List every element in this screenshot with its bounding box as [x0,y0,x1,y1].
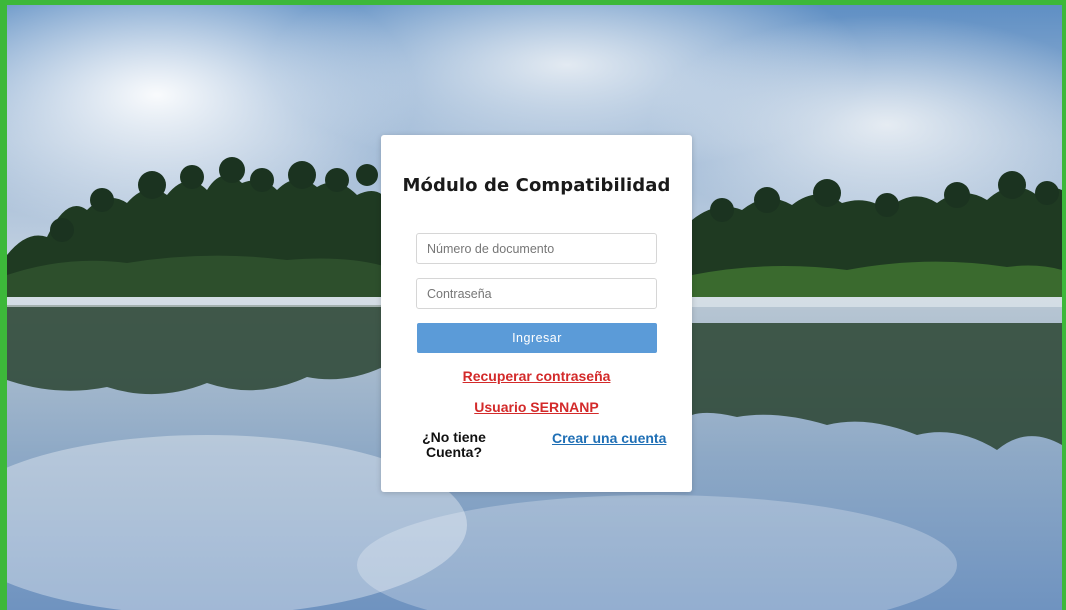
recover-password-link[interactable]: Recuperar contraseña [381,368,692,384]
login-button[interactable]: Ingresar [417,323,657,353]
no-account-label: ¿No tiene Cuenta? [422,429,486,460]
page-title: Módulo de Compatibilidad [402,175,671,196]
page-frame: Módulo de Compatibilidad Ingresar Recupe… [7,5,1062,610]
create-account-link[interactable]: Crear una cuenta [552,430,666,446]
sernanp-user-link[interactable]: Usuario SERNANP [381,399,692,415]
password-input[interactable] [416,278,657,309]
document-number-input[interactable] [416,233,657,264]
login-card: Módulo de Compatibilidad Ingresar Recupe… [381,135,692,492]
